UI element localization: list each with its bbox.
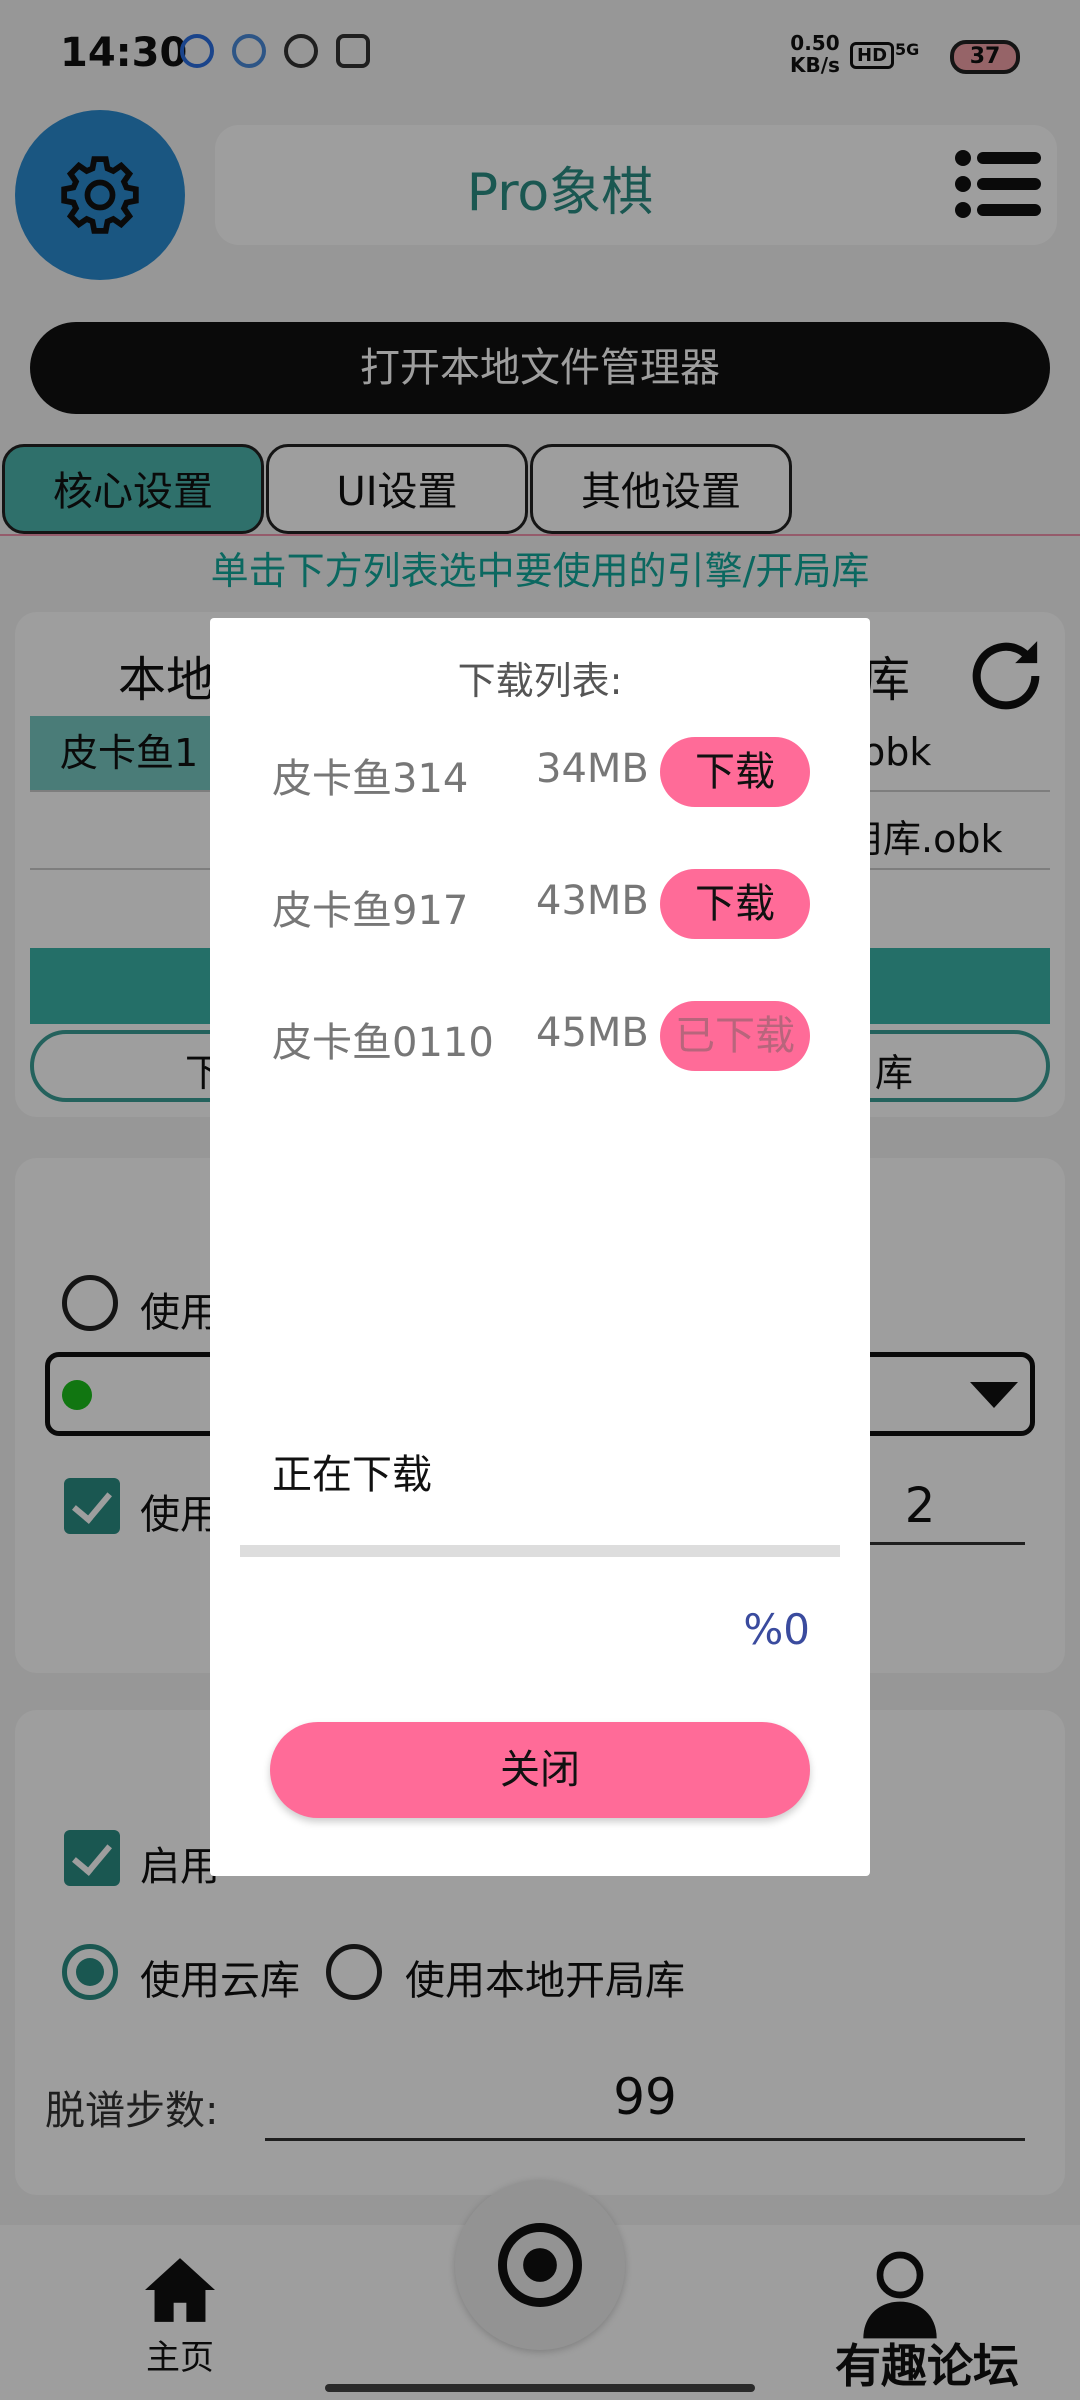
download-button[interactable]: 下载 bbox=[660, 737, 810, 807]
download-item-name: 皮卡鱼0110 bbox=[272, 1020, 494, 1066]
close-button[interactable]: 关闭 bbox=[270, 1722, 810, 1818]
download-item-size: 43MB bbox=[536, 878, 649, 924]
download-item-size: 34MB bbox=[536, 746, 649, 792]
download-status: 正在下载 bbox=[272, 1452, 432, 1498]
download-item-name: 皮卡鱼917 bbox=[272, 888, 469, 934]
download-percent: %0 bbox=[743, 1605, 810, 1654]
downloaded-button[interactable]: 已下载 bbox=[660, 1001, 810, 1071]
download-item-name: 皮卡鱼314 bbox=[272, 756, 469, 802]
download-item-size: 45MB bbox=[536, 1010, 649, 1056]
dialog-title: 下载列表: bbox=[457, 659, 623, 703]
download-progress-bar bbox=[240, 1545, 840, 1557]
download-button[interactable]: 下载 bbox=[660, 869, 810, 939]
